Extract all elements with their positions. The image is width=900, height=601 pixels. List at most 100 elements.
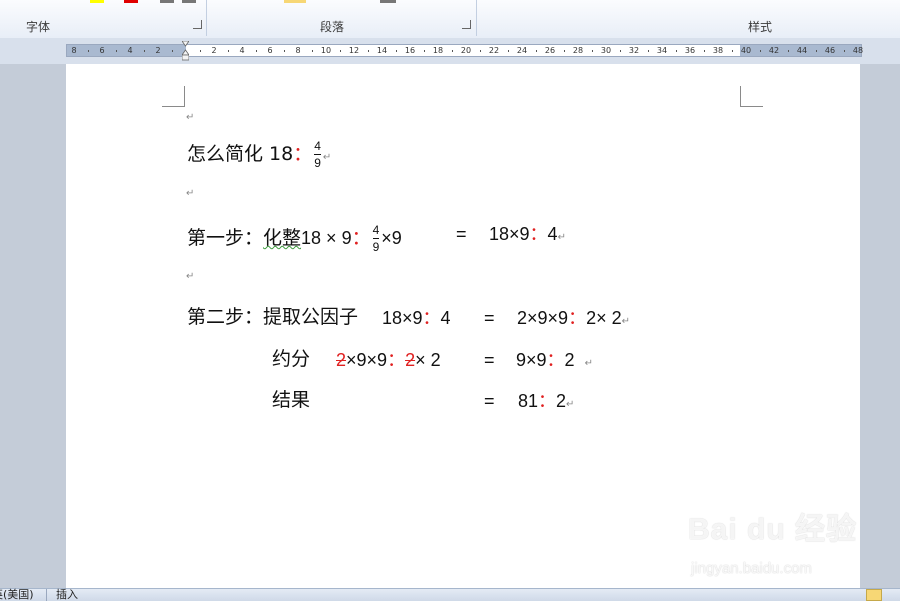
ruler-number: 44: [796, 46, 808, 55]
ruler-tick: [536, 50, 537, 52]
ruler-tick: [368, 50, 369, 52]
ruler-number: 36: [684, 46, 696, 55]
ruler-number: 2: [155, 46, 161, 55]
ribbon-group-paragraph-label: 段落: [320, 20, 345, 34]
ruler-tick: [788, 50, 789, 52]
ruler-tick: [648, 50, 649, 52]
ruler-number: 28: [572, 46, 584, 55]
ruler-tick: [144, 50, 145, 52]
ruler-tick: [480, 50, 481, 52]
step2-lhs-b: 4: [440, 308, 451, 328]
ribbon-separator: [476, 0, 477, 36]
ruler-number: 4: [239, 46, 245, 55]
ruler-number: 16: [404, 46, 416, 55]
step1-expr-tail: ×9: [381, 228, 402, 248]
font-color-swatch[interactable]: [124, 0, 138, 3]
ribbon-button[interactable]: [380, 0, 396, 3]
step1-rhs-b: 4: [547, 224, 558, 244]
title-line: 怎么简化 18： 4 9 ↵: [187, 139, 331, 170]
ruler-tick: [676, 50, 677, 52]
result-rhs-a: 81: [518, 391, 539, 411]
shading-swatch[interactable]: [284, 0, 306, 3]
step1-word: 化整: [263, 227, 302, 249]
fraction-numerator: 4: [314, 139, 321, 153]
ruler-number: 46: [824, 46, 836, 55]
step1-expr: 18 × 9: [301, 228, 352, 248]
document-page[interactable]: ↵ 怎么简化 18： 4 9 ↵ ↵ 第一步：化整18 × 9： 4 9 ×9 = 18×9…: [66, 64, 860, 588]
status-separator: [46, 589, 47, 601]
step2-rhs-a: 2×9×9: [517, 308, 569, 328]
fraction: 49: [314, 139, 321, 170]
ruler-tick: [200, 50, 201, 52]
step1-line: 第一步：化整18 × 9： 4 9 ×9: [187, 223, 402, 254]
ruler-number: 4: [127, 46, 133, 55]
ruler-tick: [452, 50, 453, 52]
reduce-lhs: 2×9×9：2× 2: [336, 349, 441, 371]
status-language[interactable]: 英(美国): [0, 589, 34, 601]
reduce-rhs-b: 2: [564, 350, 575, 370]
result-label: 结果: [272, 389, 311, 411]
paragraph-mark: ↵: [557, 232, 566, 243]
ribbon-button[interactable]: [182, 0, 196, 3]
ribbon: 字体 段落 样式: [0, 0, 900, 39]
cancelled-two: 2: [405, 350, 416, 370]
cancelled-two: 2: [336, 350, 347, 370]
watermark-brand: Bai du 经验: [688, 513, 858, 546]
step1-equals: =: [456, 224, 467, 244]
reduce-tail: × 2: [415, 350, 441, 370]
paragraph-mark: ↵: [186, 112, 195, 123]
step2-rhs-b: 2× 2: [586, 308, 622, 328]
ruler-tick: [760, 50, 761, 52]
fraction-numerator: 4: [372, 223, 380, 237]
ribbon-separator: [206, 0, 207, 36]
font-dialog-launcher-icon[interactable]: [193, 20, 202, 29]
ruler-tick: [88, 50, 89, 52]
step2-label: 第二步：: [187, 306, 264, 328]
fraction-denominator: 9: [372, 240, 380, 254]
paragraph-mark: ↵: [584, 358, 593, 369]
reduce-label: 约分: [272, 348, 311, 370]
status-insert-mode[interactable]: 插入: [56, 589, 78, 601]
ruler-number: 38: [712, 46, 724, 55]
ruler-tick: [424, 50, 425, 52]
result-rhs-b: 2: [556, 391, 567, 411]
ruler-tick: [340, 50, 341, 52]
ribbon-group-styles-label: 样式: [748, 20, 773, 34]
indent-marker-icon[interactable]: [182, 41, 189, 61]
ruler-number: 42: [768, 46, 780, 55]
ratio-colon: ：: [568, 308, 587, 328]
ruler-number: 24: [516, 46, 528, 55]
ruler-tick: [256, 50, 257, 52]
ruler-tick: [172, 50, 173, 52]
ratio-colon: ：: [546, 350, 565, 370]
ruler-tick: [228, 50, 229, 52]
fraction: 49: [372, 223, 380, 254]
ruler-number: 14: [376, 46, 388, 55]
paragraph-mark: ↵: [621, 316, 630, 327]
crop-mark-left: [162, 86, 185, 107]
result-equals: =: [484, 391, 495, 411]
highlight-color-swatch[interactable]: [90, 0, 104, 3]
ribbon-button[interactable]: [160, 0, 174, 3]
status-bar: 英(美国) 插入: [0, 588, 900, 601]
result-rhs: 81：2↵: [518, 390, 574, 416]
ruler-tick: [844, 50, 845, 52]
crop-mark-right: [740, 86, 763, 107]
ratio-colon: ：: [351, 227, 371, 249]
ruler-tick: [592, 50, 593, 52]
ruler-number: 22: [488, 46, 500, 55]
print-layout-view-icon[interactable]: [866, 589, 882, 601]
ribbon-group-font-label: 字体: [26, 20, 51, 34]
paragraph-mark: ↵: [186, 271, 195, 282]
ruler-tick: [564, 50, 565, 52]
fraction-denominator: 9: [314, 156, 321, 170]
ratio-colon: ：: [538, 391, 557, 411]
step1-label: 第一步：: [187, 227, 264, 249]
paragraph-dialog-launcher-icon[interactable]: [462, 20, 471, 29]
reduce-mid: ×9×9: [346, 350, 388, 370]
ruler-number: 8: [71, 46, 77, 55]
ruler-number: 6: [267, 46, 273, 55]
ruler-tick: [732, 50, 733, 52]
ruler-tick: [816, 50, 817, 52]
ruler-number: 32: [628, 46, 640, 55]
